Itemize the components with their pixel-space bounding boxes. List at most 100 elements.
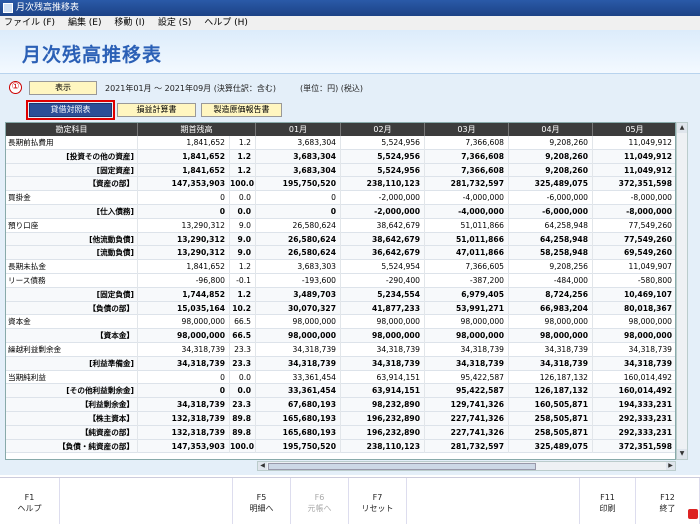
table-row[interactable]: 【純資産の部】 132,318,739 89.8 165,680,193 196,232… — [6, 425, 675, 440]
value-cell: 0 — [138, 370, 230, 385]
value-cell: 34,318,739 — [138, 343, 230, 357]
scroll-thumb[interactable] — [268, 463, 536, 470]
menu-help[interactable]: ヘルプ (H) — [204, 16, 248, 30]
value-cell: -6,000,000 — [509, 205, 593, 219]
period-info: 2021年01月 ～ 2021年09月 (決算仕訳：含む) — [105, 84, 276, 93]
col-header-may[interactable]: 05月 — [593, 123, 675, 136]
menu-edit[interactable]: 編集 (E) — [68, 16, 102, 30]
table-row[interactable]: 長期前払費用 1,841,652 1.2 3,683,304 5,524,956 7,36… — [6, 136, 675, 150]
value-cell: 63,914,151 — [341, 370, 425, 385]
value-cell: 34,318,739 — [138, 398, 230, 412]
table-row[interactable]: 買掛金 0 0.0 0 -2,000,000 -4,000,000 -6,000,000 -8… — [6, 191, 675, 205]
value-cell: -8,000,000 — [593, 191, 675, 205]
value-cell: 258,505,871 — [509, 412, 593, 426]
table-row[interactable]: 【利益剰余金】 34,318,739 23.3 67,680,193 98,232,89… — [6, 398, 675, 412]
col-header-feb[interactable]: 02月 — [341, 123, 425, 136]
scroll-right-icon[interactable]: ▶ — [666, 462, 675, 470]
table-row[interactable]: [固定資産] 1,841,652 1.2 3,683,304 5,524,956 7,36… — [6, 163, 675, 178]
value-cell: 0 — [256, 191, 341, 205]
fkey-blank — [60, 478, 233, 524]
col-header-jan[interactable]: 01月 — [256, 123, 341, 136]
value-cell: 34,318,739 — [509, 356, 593, 371]
value-cell: 80,018,367 — [593, 302, 675, 316]
value-cell: -580,800 — [593, 274, 675, 288]
value-cell: -484,000 — [509, 274, 593, 288]
value-cell: 51,011,866 — [425, 232, 509, 247]
value-cell: 34,318,739 — [341, 356, 425, 371]
table-row[interactable]: [投資その他の資産] 1,841,652 1.2 3,683,304 5,524,956… — [6, 149, 675, 164]
value-cell: 126,187,132 — [509, 384, 593, 399]
table-row[interactable]: [他流動負債] 13,290,312 9.0 26,580,624 38,642,679… — [6, 232, 675, 247]
f6-ledger-button[interactable]: F6 元帳へ — [291, 478, 349, 524]
value-cell: 95,422,587 — [425, 370, 509, 385]
menu-file[interactable]: ファイル (F) — [4, 16, 55, 30]
f11-print-button[interactable]: F11 印刷 — [580, 478, 636, 524]
scroll-left-icon[interactable]: ◀ — [258, 462, 267, 470]
menu-settings[interactable]: 設定 (S) — [158, 16, 192, 30]
col-header-apr[interactable]: 04月 — [509, 123, 593, 136]
value-cell: 165,680,193 — [256, 412, 341, 426]
table-row[interactable]: 繰越利益剰余金 34,318,739 23.3 34,318,739 34,318,73… — [6, 343, 675, 357]
table-row[interactable]: リース債務 -96,800 -0.1 -193,600 -290,400 -387,200… — [6, 274, 675, 288]
page-header: 月次残高推移表 — [0, 30, 700, 74]
menu-move[interactable]: 移動 (I) — [114, 16, 145, 30]
vertical-scrollbar[interactable]: ▲ ▼ — [676, 122, 688, 460]
value-cell: 7,366,608 — [425, 163, 509, 178]
col-header-opening[interactable]: 期首残高 — [138, 123, 256, 136]
fkey-code: F6 — [314, 493, 325, 502]
table-row[interactable]: 【負債の部】 15,035,164 10.2 30,070,327 41,877,233… — [6, 301, 675, 316]
f5-detail-button[interactable]: F5 明細へ — [233, 478, 291, 524]
value-cell: 195,750,520 — [256, 439, 341, 454]
scroll-up-icon[interactable]: ▲ — [677, 123, 687, 133]
value-cell: 30,070,327 — [256, 301, 341, 316]
value-cell: 98,232,890 — [341, 398, 425, 412]
table-row[interactable]: [利益準備金] 34,318,739 23.3 34,318,739 34,318,73… — [6, 356, 675, 371]
value-cell: 95,422,587 — [425, 384, 509, 399]
value-cell: 292,333,231 — [593, 426, 675, 440]
value-cell: 10.2 — [230, 301, 256, 316]
tab-balance-sheet[interactable]: 貸借対照表 — [29, 103, 112, 117]
value-cell: 10,469,107 — [593, 288, 675, 302]
account-name-cell: 買掛金 — [6, 191, 138, 205]
value-cell: 5,234,554 — [341, 287, 425, 302]
table-row[interactable]: 長期未払金 1,841,652 1.2 3,683,303 5,524,954 7,366… — [6, 260, 675, 274]
table-row[interactable]: 資本金 98,000,000 66.5 98,000,000 98,000,000 98,… — [6, 315, 675, 330]
tab-manufacturing-cost[interactable]: 製造原価報告書 — [201, 103, 282, 117]
horizontal-scrollbar[interactable]: ◀ ▶ — [257, 461, 676, 471]
value-cell: 5,524,956 — [341, 149, 425, 164]
table-row[interactable]: 預り口座 13,290,312 9.0 26,580,624 38,642,679 51,… — [6, 218, 675, 233]
table-row[interactable]: 【株主資本】 132,318,739 89.8 165,680,193 196,232,… — [6, 412, 675, 426]
value-cell: -4,000,000 — [425, 191, 509, 205]
table-row[interactable]: [その他利益剰余金] 0 0.0 33,361,454 63,914,151 95,422… — [6, 384, 675, 399]
value-cell: 13,290,312 — [138, 246, 230, 261]
table-row[interactable]: 【資本金】 98,000,000 66.5 98,000,000 98,000,000 9… — [6, 329, 675, 343]
value-cell: 34,318,739 — [593, 357, 675, 371]
value-cell: 34,318,739 — [425, 343, 509, 357]
value-cell: 34,318,739 — [341, 343, 425, 357]
value-cell: 8,724,256 — [509, 287, 593, 302]
value-cell: 1,841,652 — [138, 260, 230, 274]
value-cell: 227,741,326 — [425, 412, 509, 426]
tab-income-statement[interactable]: 損益計算書 — [117, 103, 196, 117]
value-cell: 69,549,260 — [593, 246, 675, 260]
show-button[interactable]: 表示 — [29, 81, 97, 95]
f1-help-button[interactable]: F1 ヘルプ — [0, 478, 60, 524]
table-row[interactable]: [固定負債] 1,744,852 1.2 3,489,703 5,234,554 6,97… — [6, 287, 675, 302]
col-header-account[interactable]: 勘定科目 — [6, 123, 138, 136]
table-row[interactable]: 【資産の部】 147,353,903 100.0 195,750,520 238,110… — [6, 177, 675, 192]
col-header-mar[interactable]: 03月 — [425, 123, 509, 136]
table-row[interactable]: 【負債・純資産の部】 147,353,903 100.0 195,750,520 238… — [6, 439, 675, 454]
annotation-marker: ① — [9, 81, 22, 94]
table-row[interactable]: [仕入債務] 0 0.0 0 -2,000,000 -4,000,000 -6,000,00… — [6, 205, 675, 219]
table-row[interactable]: [流動負債] 13,290,312 9.0 26,580,624 36,642,679 4… — [6, 246, 675, 261]
value-cell: 34,318,739 — [256, 356, 341, 371]
unit-info: (単位：円) (税込) — [300, 84, 364, 93]
value-cell: 98,000,000 — [256, 329, 341, 343]
value-cell: 5,524,954 — [341, 260, 425, 274]
fkey-blank — [407, 478, 580, 524]
scroll-down-icon[interactable]: ▼ — [677, 449, 687, 459]
f7-reset-button[interactable]: F7 リセット — [349, 478, 407, 524]
value-cell: 98,000,000 — [593, 315, 675, 329]
value-cell: 9,208,260 — [509, 163, 593, 178]
table-row[interactable]: 当期純利益 0 0.0 33,361,454 63,914,151 95,422,587 1… — [6, 370, 675, 385]
